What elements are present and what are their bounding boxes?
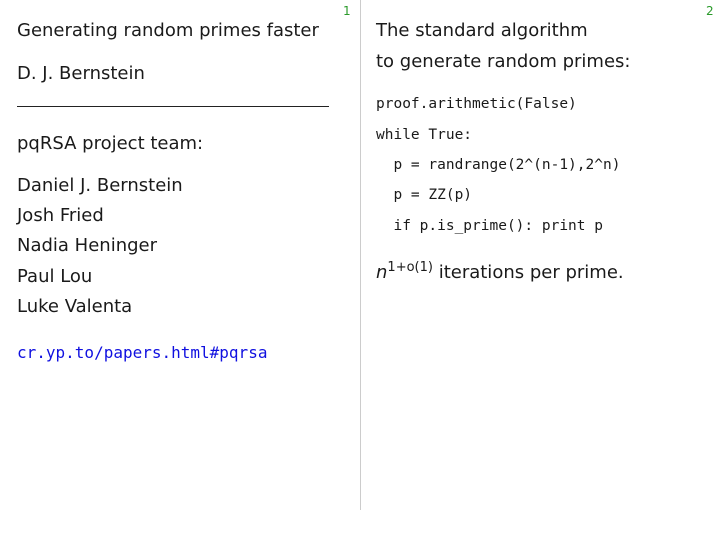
heading-line-2: to generate random primes:: [376, 51, 631, 72]
team-heading: pqRSA project team:: [17, 133, 204, 154]
team-member: Luke Valenta: [17, 296, 133, 317]
page-separator: [360, 0, 361, 510]
heading-line-1: The standard algorithm: [376, 20, 588, 41]
code-line: p = ZZ(p): [376, 187, 473, 203]
papers-link[interactable]: cr.yp.to/papers.html#pqrsa: [17, 343, 267, 362]
team-member: Paul Lou: [17, 266, 93, 287]
team-member: Nadia Heninger: [17, 235, 158, 256]
math-base: n: [376, 262, 388, 283]
page-number: 2: [706, 4, 714, 18]
code-line: while True:: [376, 127, 473, 143]
code-line: p = randrange(2^(n-1),2^n): [376, 157, 621, 173]
slide-title: Generating random primes faster: [17, 20, 319, 41]
complexity-text: iterations per prime.: [432, 262, 624, 283]
team-member: Daniel J. Bernstein: [17, 175, 183, 196]
complexity-statement: n1+o(1) iterations per prime.: [376, 260, 624, 283]
code-line: if p.is_prime(): print p: [376, 218, 603, 234]
page-number: 1: [343, 4, 351, 18]
code-line: proof.arithmetic(False): [376, 96, 577, 112]
team-member: Josh Fried: [17, 205, 104, 226]
author: D. J. Bernstein: [17, 63, 145, 84]
math-exponent: 1+o(1): [387, 260, 433, 275]
divider: [17, 106, 329, 107]
